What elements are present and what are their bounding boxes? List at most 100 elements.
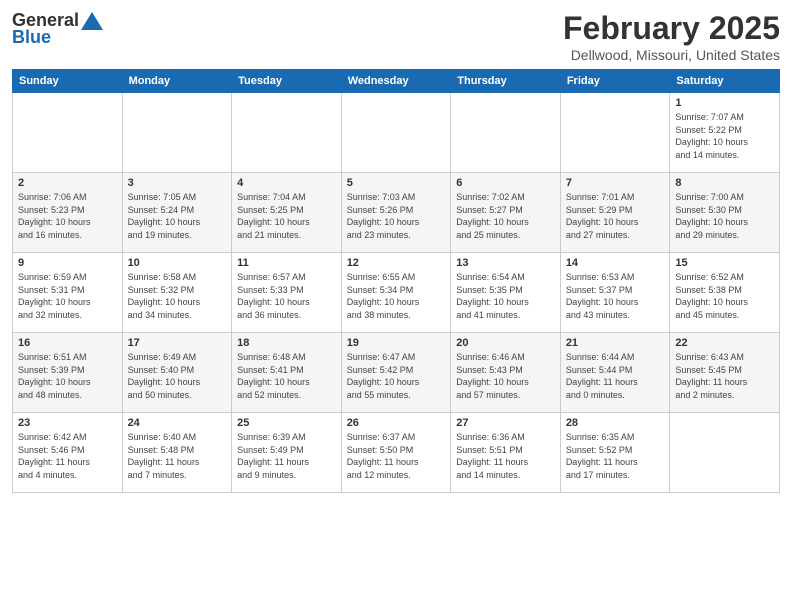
day-number: 15 [675, 257, 774, 269]
day-info: Sunrise: 6:36 AM Sunset: 5:51 PM Dayligh… [456, 431, 555, 481]
calendar-week-row: 9 Sunrise: 6:59 AM Sunset: 5:31 PM Daylig… [13, 253, 780, 333]
day-info: Sunrise: 6:43 AM Sunset: 5:45 PM Dayligh… [675, 351, 774, 401]
calendar-cell: 24 Sunrise: 6:40 AM Sunset: 5:48 PM Dayli… [122, 413, 232, 493]
day-number: 21 [566, 337, 665, 349]
calendar-cell: 16 Sunrise: 6:51 AM Sunset: 5:39 PM Dayli… [13, 333, 123, 413]
day-info: Sunrise: 6:52 AM Sunset: 5:38 PM Dayligh… [675, 271, 774, 321]
day-info: Sunrise: 6:48 AM Sunset: 5:41 PM Dayligh… [237, 351, 336, 401]
day-of-week-header: Sunday [13, 70, 123, 93]
day-number: 13 [456, 257, 555, 269]
calendar-cell: 8 Sunrise: 7:00 AM Sunset: 5:30 PM Daylig… [670, 173, 780, 253]
calendar-week-row: 23 Sunrise: 6:42 AM Sunset: 5:46 PM Dayli… [13, 413, 780, 493]
day-number: 9 [18, 257, 117, 269]
day-info: Sunrise: 6:35 AM Sunset: 5:52 PM Dayligh… [566, 431, 665, 481]
calendar-cell: 20 Sunrise: 6:46 AM Sunset: 5:43 PM Dayli… [451, 333, 561, 413]
day-info: Sunrise: 7:04 AM Sunset: 5:25 PM Dayligh… [237, 191, 336, 241]
day-info: Sunrise: 6:47 AM Sunset: 5:42 PM Dayligh… [347, 351, 446, 401]
day-of-week-header: Thursday [451, 70, 561, 93]
day-number: 7 [566, 177, 665, 189]
day-info: Sunrise: 7:03 AM Sunset: 5:26 PM Dayligh… [347, 191, 446, 241]
day-number: 8 [675, 177, 774, 189]
calendar-week-row: 1 Sunrise: 7:07 AM Sunset: 5:22 PM Daylig… [13, 93, 780, 173]
logo: General Blue [12, 10, 105, 48]
day-number: 4 [237, 177, 336, 189]
day-number: 22 [675, 337, 774, 349]
day-number: 28 [566, 417, 665, 429]
calendar-cell: 5 Sunrise: 7:03 AM Sunset: 5:26 PM Daylig… [341, 173, 451, 253]
day-info: Sunrise: 6:39 AM Sunset: 5:49 PM Dayligh… [237, 431, 336, 481]
calendar-cell: 11 Sunrise: 6:57 AM Sunset: 5:33 PM Dayli… [232, 253, 342, 333]
day-info: Sunrise: 6:57 AM Sunset: 5:33 PM Dayligh… [237, 271, 336, 321]
calendar-cell: 27 Sunrise: 6:36 AM Sunset: 5:51 PM Dayli… [451, 413, 561, 493]
calendar-cell: 13Sunrise: 6:54 AM Sunset: 5:35 PM Dayli… [451, 253, 561, 333]
day-number: 16 [18, 337, 117, 349]
day-number: 10 [128, 257, 227, 269]
day-info: Sunrise: 6:49 AM Sunset: 5:40 PM Dayligh… [128, 351, 227, 401]
calendar-cell [122, 93, 232, 173]
calendar-cell: 26 Sunrise: 6:37 AM Sunset: 5:50 PM Dayli… [341, 413, 451, 493]
calendar-cell: 7Sunrise: 7:01 AM Sunset: 5:29 PM Daylig… [560, 173, 670, 253]
day-of-week-header: Saturday [670, 70, 780, 93]
day-number: 20 [456, 337, 555, 349]
title-block: February 2025 Dellwood, Missouri, United… [563, 10, 780, 63]
day-number: 5 [347, 177, 446, 189]
calendar-cell: 3 Sunrise: 7:05 AM Sunset: 5:24 PM Daylig… [122, 173, 232, 253]
calendar-cell [232, 93, 342, 173]
day-info: Sunrise: 6:44 AM Sunset: 5:44 PM Dayligh… [566, 351, 665, 401]
page-container: General Blue February 2025 Dellwood, Mis… [0, 0, 792, 612]
day-info: Sunrise: 7:06 AM Sunset: 5:23 PM Dayligh… [18, 191, 117, 241]
calendar-week-row: 2Sunrise: 7:06 AM Sunset: 5:23 PM Daylig… [13, 173, 780, 253]
day-of-week-header: Monday [122, 70, 232, 93]
day-info: Sunrise: 6:42 AM Sunset: 5:46 PM Dayligh… [18, 431, 117, 481]
day-number: 18 [237, 337, 336, 349]
day-info: Sunrise: 6:59 AM Sunset: 5:31 PM Dayligh… [18, 271, 117, 321]
day-number: 23 [18, 417, 117, 429]
calendar-week-row: 16 Sunrise: 6:51 AM Sunset: 5:39 PM Dayli… [13, 333, 780, 413]
day-number: 19 [347, 337, 446, 349]
logo-text: General Blue [12, 10, 105, 48]
day-of-week-header: Friday [560, 70, 670, 93]
calendar-cell: 14 Sunrise: 6:53 AM Sunset: 5:37 PM Dayli… [560, 253, 670, 333]
day-number: 3 [128, 177, 227, 189]
day-info: Sunrise: 6:55 AM Sunset: 5:34 PM Dayligh… [347, 271, 446, 321]
day-number: 25 [237, 417, 336, 429]
day-number: 27 [456, 417, 555, 429]
day-number: 6 [456, 177, 555, 189]
header: General Blue February 2025 Dellwood, Mis… [12, 10, 780, 63]
calendar-cell [13, 93, 123, 173]
day-of-week-header: Tuesday [232, 70, 342, 93]
logo-icon [81, 12, 103, 30]
calendar-cell: 17Sunrise: 6:49 AM Sunset: 5:40 PM Dayli… [122, 333, 232, 413]
day-info: Sunrise: 7:05 AM Sunset: 5:24 PM Dayligh… [128, 191, 227, 241]
calendar-cell: 28 Sunrise: 6:35 AM Sunset: 5:52 PM Dayli… [560, 413, 670, 493]
calendar: SundayMondayTuesdayWednesdayThursdayFrid… [12, 69, 780, 493]
subtitle: Dellwood, Missouri, United States [563, 47, 780, 63]
day-info: Sunrise: 7:00 AM Sunset: 5:30 PM Dayligh… [675, 191, 774, 241]
day-info: Sunrise: 6:53 AM Sunset: 5:37 PM Dayligh… [566, 271, 665, 321]
calendar-cell: 6 Sunrise: 7:02 AM Sunset: 5:27 PM Daylig… [451, 173, 561, 253]
day-info: Sunrise: 6:37 AM Sunset: 5:50 PM Dayligh… [347, 431, 446, 481]
calendar-cell [451, 93, 561, 173]
day-info: Sunrise: 6:51 AM Sunset: 5:39 PM Dayligh… [18, 351, 117, 401]
day-number: 24 [128, 417, 227, 429]
day-info: Sunrise: 7:07 AM Sunset: 5:22 PM Dayligh… [675, 111, 774, 161]
calendar-cell: 18 Sunrise: 6:48 AM Sunset: 5:41 PM Dayli… [232, 333, 342, 413]
day-number: 12 [347, 257, 446, 269]
day-number: 26 [347, 417, 446, 429]
day-number: 1 [675, 97, 774, 109]
day-info: Sunrise: 6:46 AM Sunset: 5:43 PM Dayligh… [456, 351, 555, 401]
calendar-cell: 12 Sunrise: 6:55 AM Sunset: 5:34 PM Dayli… [341, 253, 451, 333]
day-info: Sunrise: 7:02 AM Sunset: 5:27 PM Dayligh… [456, 191, 555, 241]
day-info: Sunrise: 6:40 AM Sunset: 5:48 PM Dayligh… [128, 431, 227, 481]
calendar-cell: 21 Sunrise: 6:44 AM Sunset: 5:44 PM Dayli… [560, 333, 670, 413]
calendar-cell: 9 Sunrise: 6:59 AM Sunset: 5:31 PM Daylig… [13, 253, 123, 333]
day-number: 14 [566, 257, 665, 269]
calendar-cell: 19 Sunrise: 6:47 AM Sunset: 5:42 PM Dayli… [341, 333, 451, 413]
calendar-cell: 25 Sunrise: 6:39 AM Sunset: 5:49 PM Dayli… [232, 413, 342, 493]
calendar-cell: 1 Sunrise: 7:07 AM Sunset: 5:22 PM Daylig… [670, 93, 780, 173]
calendar-cell: 10Sunrise: 6:58 AM Sunset: 5:32 PM Dayli… [122, 253, 232, 333]
calendar-header-row: SundayMondayTuesdayWednesdayThursdayFrid… [13, 70, 780, 93]
calendar-cell: 4 Sunrise: 7:04 AM Sunset: 5:25 PM Daylig… [232, 173, 342, 253]
main-title: February 2025 [563, 10, 780, 47]
day-number: 11 [237, 257, 336, 269]
